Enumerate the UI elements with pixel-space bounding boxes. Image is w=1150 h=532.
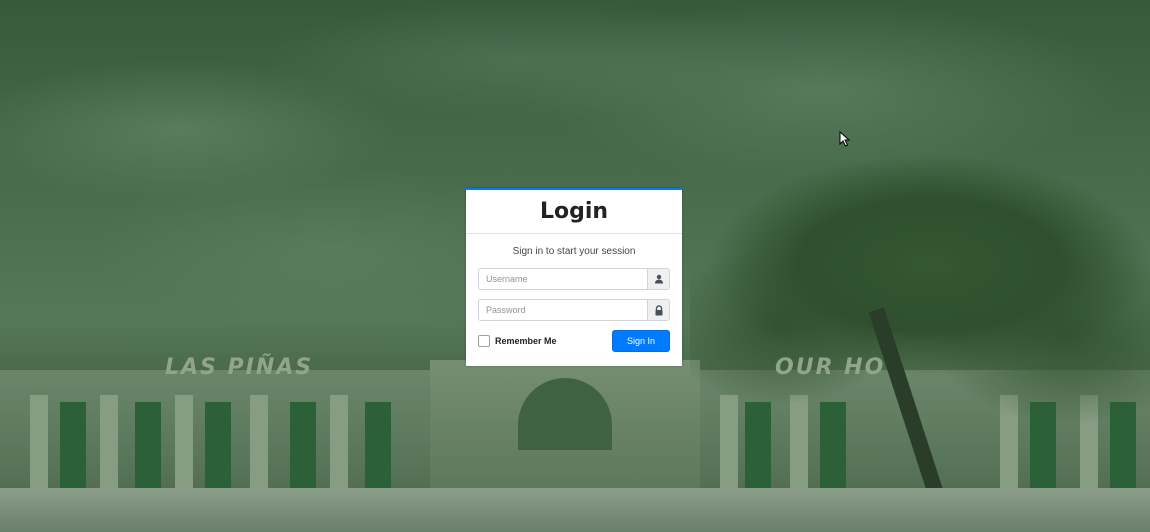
password-input[interactable]: [478, 299, 647, 321]
remember-me-checkbox[interactable]: [478, 335, 490, 347]
username-input[interactable]: [478, 268, 647, 290]
login-actions-row: Remember Me Sign In: [478, 330, 670, 352]
login-card: Login Sign in to start your session User…: [466, 188, 682, 366]
username-group: [478, 268, 670, 290]
login-title: Login: [539, 199, 609, 224]
lock-icon: [647, 299, 670, 321]
user-icon: [647, 268, 670, 290]
login-card-header: Login: [466, 190, 682, 234]
password-group: [478, 299, 670, 321]
login-message: Sign in to start your session: [512, 246, 636, 257]
remember-me-label: Remember Me: [495, 336, 557, 346]
remember-me[interactable]: Remember Me: [478, 335, 557, 347]
login-card-body: Sign in to start your session Username R…: [466, 246, 682, 352]
sign-in-button[interactable]: Sign In: [612, 330, 670, 352]
